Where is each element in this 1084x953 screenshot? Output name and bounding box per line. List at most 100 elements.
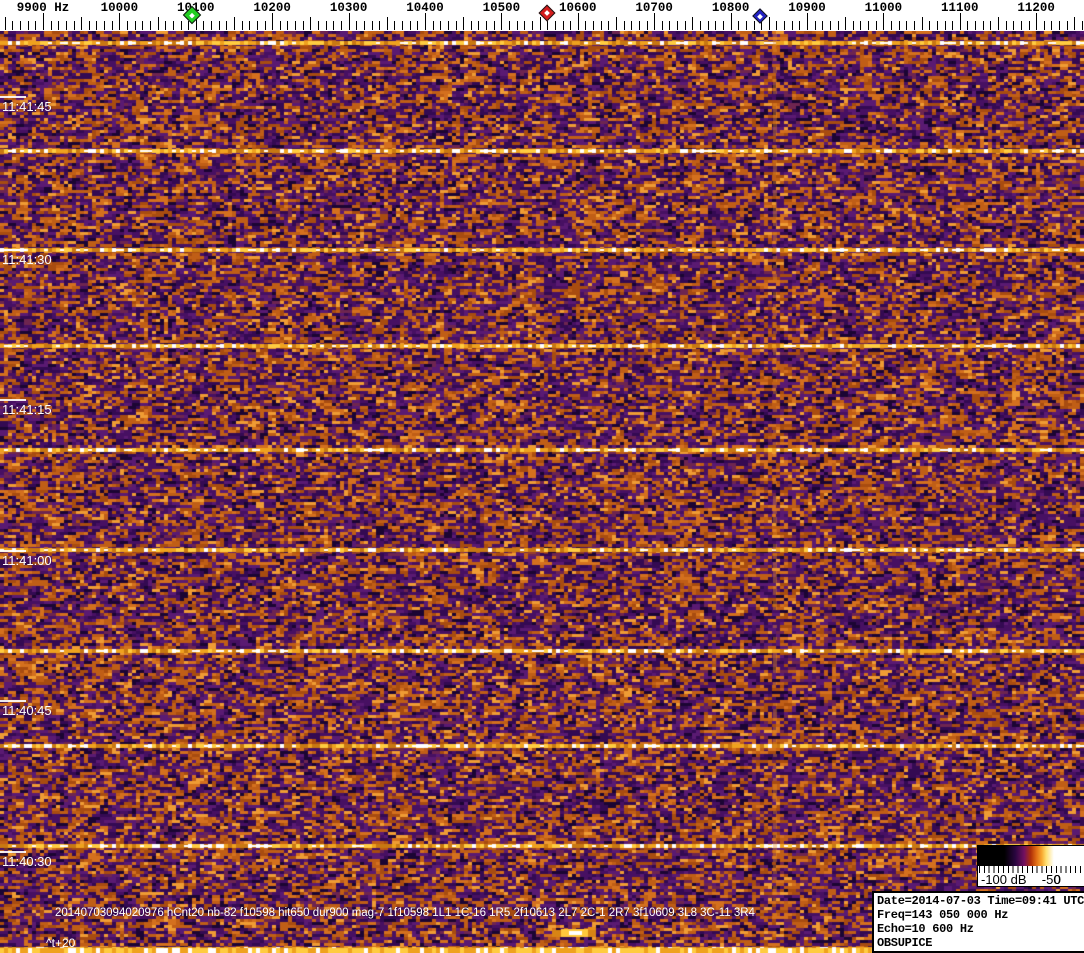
ruler-tick <box>677 21 679 30</box>
time-label: 11:40:45 <box>2 703 52 718</box>
ruler-tick <box>852 21 854 30</box>
ruler-tick <box>203 21 205 30</box>
ruler-tick <box>936 21 938 30</box>
ruler-tick <box>990 21 992 30</box>
ruler-tick <box>807 13 808 30</box>
ruler-tick <box>440 21 442 30</box>
ruler-tick <box>81 17 83 30</box>
ruler-tick <box>860 21 862 30</box>
ruler-tick <box>325 21 327 30</box>
waterfall-display[interactable]: 11:41:45 11:41:30 11:41:15 11:41:00 11:40:45… <box>0 31 1084 953</box>
ruler-tick <box>516 21 518 30</box>
ruler-tick <box>409 21 411 30</box>
ruler-tick <box>707 21 709 30</box>
legend-label-min: -100 dB <box>981 872 1027 887</box>
ruler-tick <box>302 21 304 30</box>
ruler-tick <box>501 13 503 30</box>
ruler-label: 11200 <box>1017 1 1055 15</box>
ruler-tick <box>1074 17 1076 30</box>
ruler-tick <box>142 21 144 30</box>
ruler-tick <box>814 21 816 30</box>
ruler-tick <box>333 21 335 30</box>
ruler-tick <box>35 21 37 30</box>
ruler-tick <box>20 21 22 30</box>
info-echo-frequency: Echo=10 600 Hz <box>877 922 974 936</box>
ruler-tick <box>929 21 931 30</box>
ruler-tick <box>967 21 969 30</box>
ruler-tick <box>616 17 617 30</box>
ruler-tick <box>279 21 281 30</box>
ruler-tick <box>379 21 381 30</box>
ruler-tick <box>88 21 90 30</box>
frequency-ruler[interactable]: 9900 Hz 10000 10100 10200 10300 10400 10500 106… <box>0 0 1084 31</box>
ruler-tick <box>654 13 656 30</box>
ruler-tick <box>944 21 946 30</box>
ruler-tick <box>791 21 793 30</box>
spectrogram-canvas[interactable] <box>0 31 1084 953</box>
ruler-tick <box>1082 21 1084 30</box>
time-label: 11:41:15 <box>2 402 52 417</box>
ruler-tick <box>646 21 648 30</box>
ruler-tick <box>1028 21 1030 30</box>
ruler-tick <box>478 21 480 30</box>
ruler-tick <box>134 21 136 30</box>
ruler-label: 10300 <box>329 1 368 15</box>
ruler-tick <box>883 13 885 30</box>
ruler-tick <box>425 13 426 30</box>
ruler-tick <box>12 21 14 30</box>
info-date-time: Date=2014-07-03 Time=09:41 UTC <box>877 894 1084 908</box>
ruler-tick <box>745 21 747 30</box>
time-tick <box>0 399 26 401</box>
ruler-tick <box>348 13 350 30</box>
ruler-tick <box>684 21 686 30</box>
time-tick <box>0 96 26 98</box>
ruler-label: 11000 <box>864 1 903 15</box>
color-gradient-bar <box>978 846 1084 866</box>
ruler-tick <box>119 13 121 30</box>
ruler-tick <box>287 21 289 30</box>
ruler-tick <box>402 21 404 30</box>
ruler-tick <box>554 21 556 30</box>
ruler-tick <box>998 17 999 30</box>
marker-diamond-red[interactable] <box>538 4 556 22</box>
info-frequency: Freq=143 050 000 Hz <box>877 908 1009 922</box>
ruler-tick <box>241 21 243 30</box>
ruler-tick <box>845 17 847 30</box>
ruler-tick <box>738 21 740 30</box>
ruler-tick <box>1066 21 1068 30</box>
ruler-tick <box>784 21 786 30</box>
ruler-tick <box>264 21 266 30</box>
ruler-tick <box>715 21 717 30</box>
db-scale-legend: -100 dB -50 0 <box>977 845 1084 887</box>
corner-label: ^t+20 <box>46 936 76 950</box>
ruler-tick <box>157 17 159 30</box>
time-tick <box>0 249 26 251</box>
ruler-tick <box>631 21 633 30</box>
ruler-tick <box>730 13 732 30</box>
ruler-tick <box>104 21 106 30</box>
event-annotation: 20140703094020976 hCnt20 nb-82 f10598 hi… <box>55 907 755 919</box>
ruler-tick <box>975 21 977 30</box>
ruler-tick <box>363 21 365 30</box>
ruler-tick <box>776 21 778 30</box>
ruler-tick <box>371 21 373 30</box>
ruler-tick <box>531 21 533 30</box>
ruler-tick <box>1059 21 1061 30</box>
ruler-tick <box>692 17 694 30</box>
ruler-tick <box>310 17 312 30</box>
ruler-tick <box>447 21 449 30</box>
ruler-tick <box>249 21 251 30</box>
ruler-tick <box>172 21 174 30</box>
ruler-tick <box>608 21 610 30</box>
marker-center-dot <box>544 10 551 16</box>
ruler-tick <box>211 21 213 30</box>
ruler-tick <box>470 21 472 30</box>
ruler-label: 10500 <box>482 1 521 15</box>
ruler-tick <box>180 21 182 30</box>
ruler-tick <box>432 21 434 30</box>
ruler-tick <box>891 21 893 30</box>
time-label: 11:40:30 <box>2 854 52 869</box>
ruler-tick <box>50 21 52 30</box>
ruler-tick <box>1036 13 1038 30</box>
ruler-tick <box>570 21 572 30</box>
